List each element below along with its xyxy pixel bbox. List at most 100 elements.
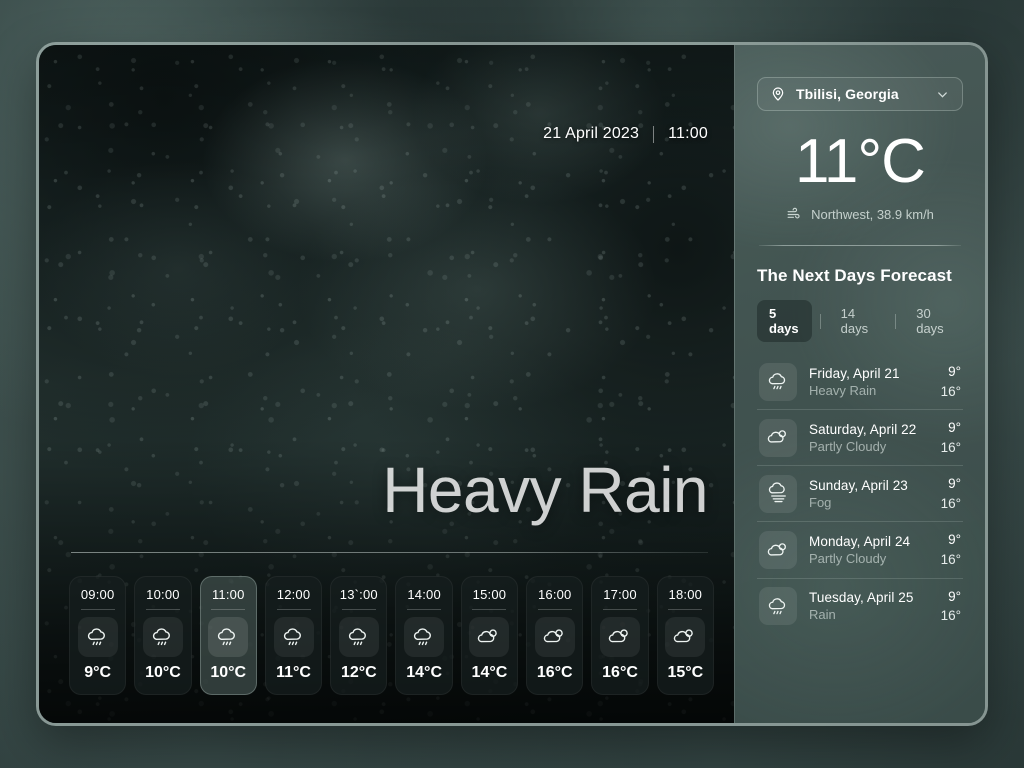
forecast-high: 9° <box>941 362 961 382</box>
hour-rule <box>211 609 245 610</box>
forecast-low: 16° <box>941 382 961 402</box>
hour-rule <box>81 609 115 610</box>
forecast-heading: The Next Days Forecast <box>757 266 963 286</box>
hour-temperature: 12°C <box>341 664 377 682</box>
forecast-high: 9° <box>941 418 961 438</box>
forecast-condition: Partly Cloudy <box>809 439 929 454</box>
hour-time: 10:00 <box>146 587 180 602</box>
wind-info: Northwest, 38.9 km/h <box>757 206 963 223</box>
hour-rule <box>342 609 376 610</box>
hourly-forecast-strip[interactable]: 09:00 9°C 10:00 10°C 11:00 10°C 12:00 11… <box>69 576 714 695</box>
current-temperature-block: 11°C Northwest, 38.9 km/h <box>757 129 963 223</box>
forecast-condition: Partly Cloudy <box>809 551 929 566</box>
chevron-down-icon[interactable] <box>935 87 950 102</box>
datetime-display: 21 April 2023 11:00 <box>543 125 708 143</box>
rain-cloud-icon <box>404 617 444 657</box>
sun-cloud-icon <box>759 419 797 457</box>
forecast-row[interactable]: Tuesday, April 25 Rain 9° 16° <box>757 579 963 634</box>
forecast-day: Saturday, April 22 <box>809 422 929 437</box>
forecast-row-text: Saturday, April 22 Partly Cloudy <box>809 422 929 454</box>
forecast-high: 9° <box>941 530 961 550</box>
hour-card[interactable]: 13`:00 12°C <box>330 576 387 695</box>
hour-temperature: 14°C <box>472 664 508 682</box>
forecast-condition: Rain <box>809 607 929 622</box>
forecast-temperatures: 9° 16° <box>941 474 961 513</box>
hour-temperature: 9°C <box>84 664 111 682</box>
forecast-day: Friday, April 21 <box>809 366 929 381</box>
hour-rule <box>668 609 702 610</box>
range-tab-5-days[interactable]: 5 days <box>757 300 812 342</box>
current-date: 21 April 2023 <box>543 125 639 143</box>
current-time: 11:00 <box>668 125 708 143</box>
forecast-row-text: Tuesday, April 25 Rain <box>809 590 929 622</box>
wind-icon <box>786 206 803 223</box>
current-temperature: 11°C <box>757 129 963 194</box>
wind-text: Northwest, 38.9 km/h <box>811 207 934 222</box>
forecast-row[interactable]: Friday, April 21 Heavy Rain 9° 16° <box>757 354 963 410</box>
rain-cloud-icon <box>208 617 248 657</box>
forecast-day: Tuesday, April 25 <box>809 590 929 605</box>
hour-card[interactable]: 14:00 14°C <box>395 576 452 695</box>
forecast-temperatures: 9° 16° <box>941 362 961 401</box>
scene-divider <box>71 552 708 553</box>
hour-card[interactable]: 11:00 10°C <box>200 576 257 695</box>
hour-card[interactable]: 10:00 10°C <box>134 576 191 695</box>
location-selector[interactable]: Tbilisi, Georgia <box>757 77 963 111</box>
hour-rule <box>277 609 311 610</box>
hour-card[interactable]: 17:00 16°C <box>591 576 648 695</box>
range-tab-14-days[interactable]: 14 days <box>829 300 888 342</box>
forecast-row[interactable]: Sunday, April 23 Fog 9° 16° <box>757 466 963 522</box>
forecast-condition: Fog <box>809 495 929 510</box>
weather-scene-panel: 21 April 2023 11:00 Heavy Rain 09:00 9°C… <box>39 45 734 723</box>
hour-temperature: 15°C <box>667 664 703 682</box>
hour-rule <box>146 609 180 610</box>
sun-cloud-icon <box>535 617 575 657</box>
hour-time: 15:00 <box>473 587 507 602</box>
condition-headline: Heavy Rain <box>382 453 708 527</box>
hour-rule <box>603 609 637 610</box>
location-name: Tbilisi, Georgia <box>796 86 925 102</box>
hour-temperature: 16°C <box>602 664 638 682</box>
hour-time: 16:00 <box>538 587 572 602</box>
forecast-high: 9° <box>941 474 961 494</box>
hour-card[interactable]: 12:00 11°C <box>265 576 322 695</box>
forecast-condition: Heavy Rain <box>809 383 929 398</box>
forecast-row-text: Sunday, April 23 Fog <box>809 478 929 510</box>
hour-temperature: 10°C <box>145 664 181 682</box>
hour-time: 12:00 <box>277 587 311 602</box>
forecast-high: 9° <box>941 587 961 607</box>
hour-rule <box>538 609 572 610</box>
hour-card[interactable]: 15:00 14°C <box>461 576 518 695</box>
fog-icon <box>759 475 797 513</box>
forecast-low: 16° <box>941 494 961 514</box>
rain-cloud-icon <box>759 587 797 625</box>
forecast-row-text: Monday, April 24 Partly Cloudy <box>809 534 929 566</box>
forecast-temperatures: 9° 16° <box>941 530 961 569</box>
hour-time: 13`:00 <box>340 587 378 602</box>
weather-app-window: 21 April 2023 11:00 Heavy Rain 09:00 9°C… <box>36 42 988 726</box>
hour-card[interactable]: 18:00 15°C <box>657 576 714 695</box>
hour-rule <box>472 609 506 610</box>
hour-temperature: 11°C <box>276 664 311 682</box>
hour-time: 17:00 <box>603 587 637 602</box>
forecast-day: Monday, April 24 <box>809 534 929 549</box>
weather-sidebar: Tbilisi, Georgia 11°C Northwest, 38.9 km… <box>734 45 985 723</box>
forecast-row[interactable]: Saturday, April 22 Partly Cloudy 9° 16° <box>757 410 963 466</box>
hour-rule <box>407 609 441 610</box>
rain-cloud-icon <box>143 617 183 657</box>
range-tab-30-days[interactable]: 30 days <box>904 300 963 342</box>
forecast-row[interactable]: Monday, April 24 Partly Cloudy 9° 16° <box>757 522 963 578</box>
forecast-low: 16° <box>941 606 961 626</box>
forecast-low: 16° <box>941 438 961 458</box>
hour-time: 14:00 <box>407 587 441 602</box>
hour-card[interactable]: 16:00 16°C <box>526 576 583 695</box>
forecast-row-text: Friday, April 21 Heavy Rain <box>809 366 929 398</box>
forecast-list: Friday, April 21 Heavy Rain 9° 16° Satur… <box>757 354 963 634</box>
forecast-range-tabs[interactable]: 5 days 14 days 30 days <box>757 300 963 342</box>
sun-cloud-icon <box>469 617 509 657</box>
hour-time: 11:00 <box>212 587 245 602</box>
sun-cloud-icon <box>600 617 640 657</box>
forecast-temperatures: 9° 16° <box>941 587 961 626</box>
tab-separator <box>895 314 896 329</box>
hour-card[interactable]: 09:00 9°C <box>69 576 126 695</box>
